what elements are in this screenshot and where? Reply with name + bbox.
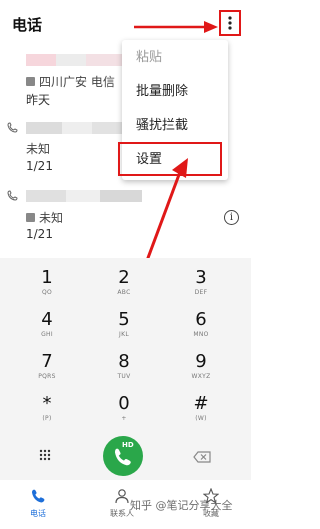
annotation-arrow-right xyxy=(134,21,218,33)
key-letters: QO xyxy=(41,289,53,296)
call-log-item[interactable]: 未知 1/21 i xyxy=(0,182,251,250)
info-icon[interactable]: i xyxy=(224,210,239,225)
call-location: 四川广安 电信 xyxy=(39,75,115,89)
more-vertical-icon xyxy=(228,16,232,30)
page-title: 电话 xyxy=(12,16,43,34)
keypad-key[interactable]: 1 QO xyxy=(12,268,82,297)
keypad-key[interactable]: 7 PQRS xyxy=(12,352,82,381)
dialpad-icon xyxy=(39,449,51,461)
keypad-key[interactable]: 4 GHI xyxy=(12,310,82,339)
key-digit: 2 xyxy=(118,267,130,288)
missed-call-icon xyxy=(7,190,18,201)
redacted-number xyxy=(26,54,122,66)
backspace-icon xyxy=(193,451,211,463)
key-letters: GHI xyxy=(41,331,53,338)
key-letters: TUV xyxy=(117,373,131,380)
key-letters: JKL xyxy=(119,331,129,338)
key-digit: 6 xyxy=(195,309,207,330)
keypad-key[interactable]: 2 ABC xyxy=(89,268,159,297)
key-letters: PQRS xyxy=(38,373,56,380)
keypad-key[interactable]: # (W) xyxy=(166,394,236,423)
redacted-number xyxy=(26,190,142,202)
keypad-key[interactable]: 6 MNO xyxy=(166,310,236,339)
key-digit: 3 xyxy=(195,267,207,288)
key-digit: 5 xyxy=(118,309,130,330)
menu-item-batch-delete[interactable]: 批量删除 xyxy=(122,76,228,108)
key-letters: WXYZ xyxy=(191,373,211,380)
menu-item-paste[interactable]: 粘贴 xyxy=(122,42,228,74)
key-letters: (W) xyxy=(195,415,207,422)
key-digit: 9 xyxy=(195,351,207,372)
keypad-key[interactable]: 0 + xyxy=(89,394,159,423)
key-letters: DEF xyxy=(194,289,208,296)
key-digit: 8 xyxy=(118,351,130,372)
nav-label: 电话 xyxy=(30,509,46,518)
key-letters: ABC xyxy=(117,289,131,296)
keypad-key[interactable]: 5 JKL xyxy=(89,310,159,339)
call-date: 昨天 xyxy=(26,93,51,107)
keypad-key[interactable]: 8 TUV xyxy=(89,352,159,381)
missed-call-icon xyxy=(7,122,18,133)
call-location: 未知 xyxy=(39,211,64,225)
key-letters: (P) xyxy=(42,415,52,422)
nav-tab-phone[interactable]: 电话 xyxy=(13,488,63,519)
call-location: 未知 xyxy=(26,142,51,156)
menu-item-spam-block[interactable]: 骚扰拦截 xyxy=(122,110,228,142)
more-options-button[interactable] xyxy=(219,10,241,36)
watermark-text: 知乎 @笔记分享大全 xyxy=(130,499,233,512)
key-letters: + xyxy=(121,415,127,422)
call-date: 1/21 xyxy=(26,159,53,173)
keypad-key[interactable]: 9 WXYZ xyxy=(166,352,236,381)
hide-keypad-button[interactable] xyxy=(39,446,51,465)
call-button[interactable]: HD xyxy=(103,436,143,476)
phone-handset-icon xyxy=(114,448,131,466)
backspace-button[interactable] xyxy=(193,448,211,467)
redacted-number xyxy=(26,122,136,134)
key-digit: # xyxy=(193,393,209,414)
key-digit: * xyxy=(42,393,52,414)
key-letters: MNO xyxy=(193,331,209,338)
call-date: 1/21 xyxy=(26,227,53,241)
sim-card-icon xyxy=(26,213,35,222)
keypad-key[interactable]: 3 DEF xyxy=(166,268,236,297)
phone-icon xyxy=(31,489,45,503)
key-digit: 4 xyxy=(41,309,53,330)
key-digit: 1 xyxy=(41,267,53,288)
key-digit: 7 xyxy=(41,351,53,372)
keypad-key[interactable]: * (P) xyxy=(12,394,82,423)
sim-card-icon xyxy=(26,77,35,86)
contacts-icon xyxy=(115,489,129,504)
key-digit: 0 xyxy=(118,393,130,414)
